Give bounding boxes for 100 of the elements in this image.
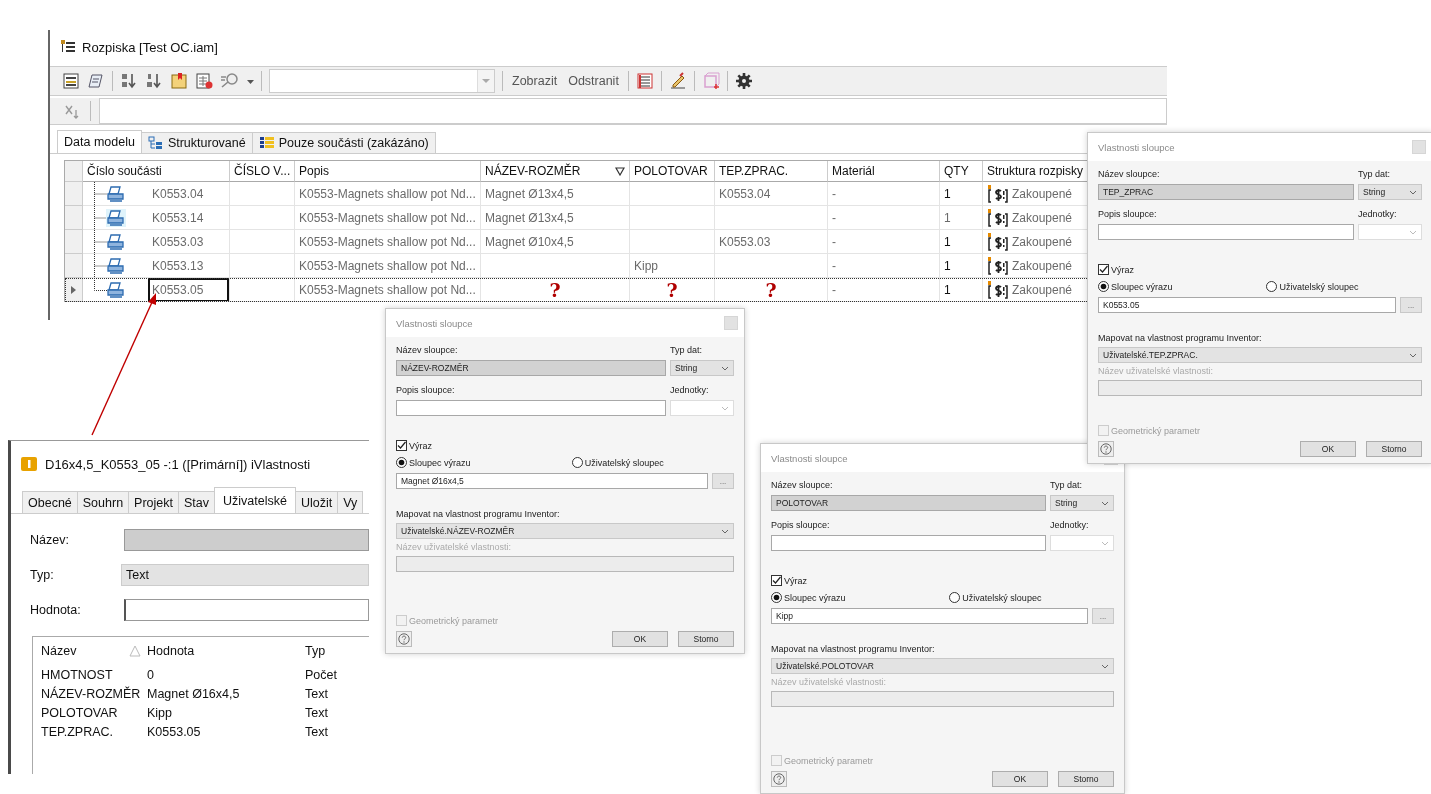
- column-name-field[interactable]: NÁZEV-ROZMĚR: [396, 360, 666, 376]
- dialog-button[interactable]: Storno: [1366, 441, 1422, 457]
- row-header[interactable]: [65, 278, 83, 302]
- table-cell: ?: [715, 278, 828, 302]
- radio-label: Sloupec výrazu: [1111, 281, 1173, 292]
- expression-field[interactable]: K0553.05: [1098, 297, 1396, 313]
- spreadsheet-icon[interactable]: [195, 72, 213, 90]
- column-header[interactable]: Popis: [295, 161, 481, 182]
- radio-button[interactable]: [949, 592, 961, 603]
- checkbox[interactable]: [771, 575, 782, 586]
- app-icon: [21, 456, 37, 472]
- name-field[interactable]: [124, 529, 369, 551]
- field-label: Popis sloupce:: [1098, 209, 1158, 219]
- frame-icon[interactable]: [701, 72, 720, 90]
- table-cell: -: [828, 206, 940, 230]
- column-header[interactable]: NÁZEV-ROZMĚR: [481, 161, 630, 182]
- data-type-dropdown[interactable]: String: [1050, 495, 1114, 511]
- chevron-icon[interactable]: [721, 528, 729, 534]
- document-icon[interactable]: [87, 72, 105, 90]
- table-cell[interactable]: K0553.14: [148, 206, 229, 229]
- list-cell-text: Text: [305, 705, 329, 720]
- column-name-field[interactable]: TEP_ZPRAC: [1098, 184, 1354, 200]
- browse-button[interactable]: ...: [1400, 297, 1422, 313]
- value-field[interactable]: [124, 599, 369, 621]
- column-header[interactable]: Typ: [305, 644, 326, 658]
- table-cell: K0553-Magnets shallow pot Nd...: [295, 278, 481, 302]
- expression-field[interactable]: Kipp: [771, 608, 1088, 624]
- column-header[interactable]: TEP.ZPRAC.: [715, 161, 828, 182]
- checkbox[interactable]: [1098, 264, 1109, 275]
- property-dropdown[interactable]: Uživatelské.TEP.ZPRAC.: [1098, 347, 1422, 363]
- row-header: [65, 161, 83, 182]
- radio-button[interactable]: [571, 457, 583, 468]
- browse-button[interactable]: ...: [712, 473, 734, 489]
- dialog-button[interactable]: Storno: [678, 631, 734, 647]
- radio-label: Uživatelský sloupec: [584, 457, 664, 468]
- toolbar-button[interactable]: Odstranit: [566, 74, 621, 88]
- expression-field[interactable]: Magnet Ø16x4,5: [396, 473, 708, 489]
- table-cell[interactable]: K0553.13: [148, 254, 229, 277]
- custom-property-field[interactable]: [771, 691, 1114, 707]
- pencil-icon[interactable]: [668, 72, 687, 90]
- dialog-button[interactable]: OK: [612, 631, 668, 647]
- tree-line: [93, 182, 107, 205]
- formula-field[interactable]: [99, 98, 1167, 124]
- chevron-icon[interactable]: [1409, 189, 1417, 195]
- gear-icon[interactable]: [734, 72, 753, 90]
- data-type-dropdown[interactable]: String: [1358, 184, 1422, 200]
- radio-button[interactable]: [1266, 281, 1278, 292]
- dialog-button[interactable]: OK: [1300, 441, 1356, 457]
- chevron-icon[interactable]: [1101, 500, 1109, 506]
- column-header[interactable]: Hodnota: [147, 644, 195, 658]
- property-dropdown[interactable]: Uživatelské.POLOTOVAR: [771, 658, 1114, 674]
- description-field[interactable]: [1098, 224, 1354, 240]
- tab[interactable]: Vy: [337, 491, 364, 513]
- column-header[interactable]: Materiál: [828, 161, 940, 182]
- description-field[interactable]: [771, 535, 1046, 551]
- custom-property-field[interactable]: [396, 556, 734, 572]
- radio-button[interactable]: [1098, 281, 1109, 292]
- list-icon[interactable]: [62, 72, 80, 90]
- chevron-icon[interactable]: [721, 365, 729, 371]
- column-header[interactable]: Název: [41, 644, 77, 658]
- data-type-dropdown[interactable]: String: [670, 360, 734, 376]
- window-title: D16x4,5_K0553_05 -:1 ([Primární]) iVlastnosti: [45, 456, 311, 472]
- radio-button[interactable]: [396, 457, 407, 468]
- property-dropdown[interactable]: Uživatelské.NÁZEV-ROZMĚR: [396, 523, 734, 539]
- browse-button[interactable]: ...: [1092, 608, 1114, 624]
- tab[interactable]: Stav: [178, 491, 215, 513]
- type-dropdown[interactable]: Text: [121, 564, 369, 586]
- column-header[interactable]: POLOTOVAR: [630, 161, 715, 182]
- search-icon[interactable]: [220, 72, 240, 90]
- checkbox-label: Geometrický parametr: [784, 755, 874, 766]
- sort-icon[interactable]: [120, 72, 138, 90]
- filter-icon[interactable]: [615, 166, 625, 176]
- table-icon[interactable]: [635, 72, 654, 90]
- checkbox[interactable]: [396, 440, 407, 451]
- table-cell[interactable]: K0553.03: [148, 230, 229, 253]
- toolbar-button[interactable]: Zobrazit: [510, 74, 560, 88]
- description-field[interactable]: [396, 400, 666, 416]
- column-header[interactable]: QTY: [940, 161, 983, 182]
- column-header[interactable]: ČÍSLO V...: [230, 161, 295, 182]
- list-cell-text: 0: [147, 667, 155, 682]
- chevron-icon[interactable]: [1409, 352, 1417, 358]
- dialog-button[interactable]: OK: [992, 771, 1048, 787]
- tab[interactable]: Data modelu: [57, 130, 142, 153]
- sort-icon[interactable]: [145, 72, 163, 90]
- tab[interactable]: Projekt: [128, 491, 179, 513]
- tab[interactable]: Strukturované: [140, 132, 253, 153]
- tab[interactable]: Obecné: [22, 491, 78, 513]
- bookmark-icon[interactable]: [170, 72, 188, 90]
- list-cell-text: TEP.ZPRAC.: [41, 724, 114, 739]
- column-header[interactable]: Číslo součásti: [83, 161, 230, 182]
- checkbox-label: Výraz: [409, 440, 432, 451]
- chevron-icon[interactable]: [1101, 663, 1109, 669]
- tab[interactable]: Uložit: [294, 491, 339, 513]
- dialog-button[interactable]: Storno: [1058, 771, 1114, 787]
- column-name-field[interactable]: POLOTOVAR: [771, 495, 1046, 511]
- tab[interactable]: Pouze součásti (zakázáno): [251, 132, 436, 153]
- table-cell[interactable]: K0553.04: [148, 182, 229, 205]
- tab[interactable]: Souhrn: [76, 491, 130, 513]
- radio-button[interactable]: [771, 592, 782, 603]
- custom-property-field[interactable]: [1098, 380, 1422, 396]
